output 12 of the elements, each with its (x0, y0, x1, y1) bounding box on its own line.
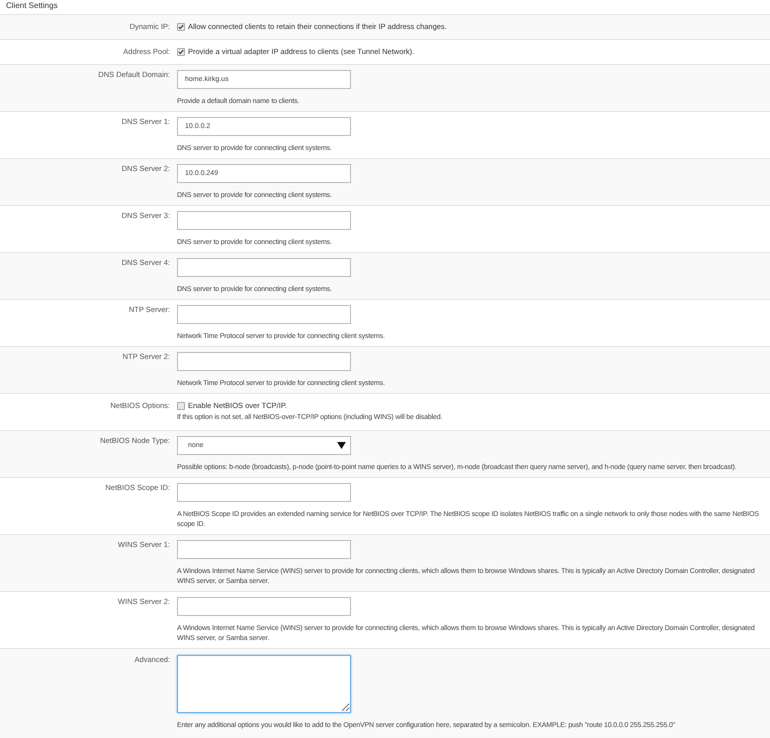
checkbox[interactable] (177, 48, 185, 56)
text-field[interactable] (177, 211, 351, 230)
text-field[interactable] (177, 597, 351, 616)
text-field[interactable] (177, 540, 351, 559)
text-field[interactable] (177, 305, 351, 324)
checkbox[interactable] (177, 402, 185, 410)
text-field[interactable] (177, 483, 351, 502)
caret-icon (337, 442, 346, 449)
text-field[interactable] (177, 258, 351, 277)
checkbox[interactable] (177, 23, 185, 31)
text-field[interactable] (177, 352, 351, 371)
text-area[interactable] (177, 655, 351, 713)
